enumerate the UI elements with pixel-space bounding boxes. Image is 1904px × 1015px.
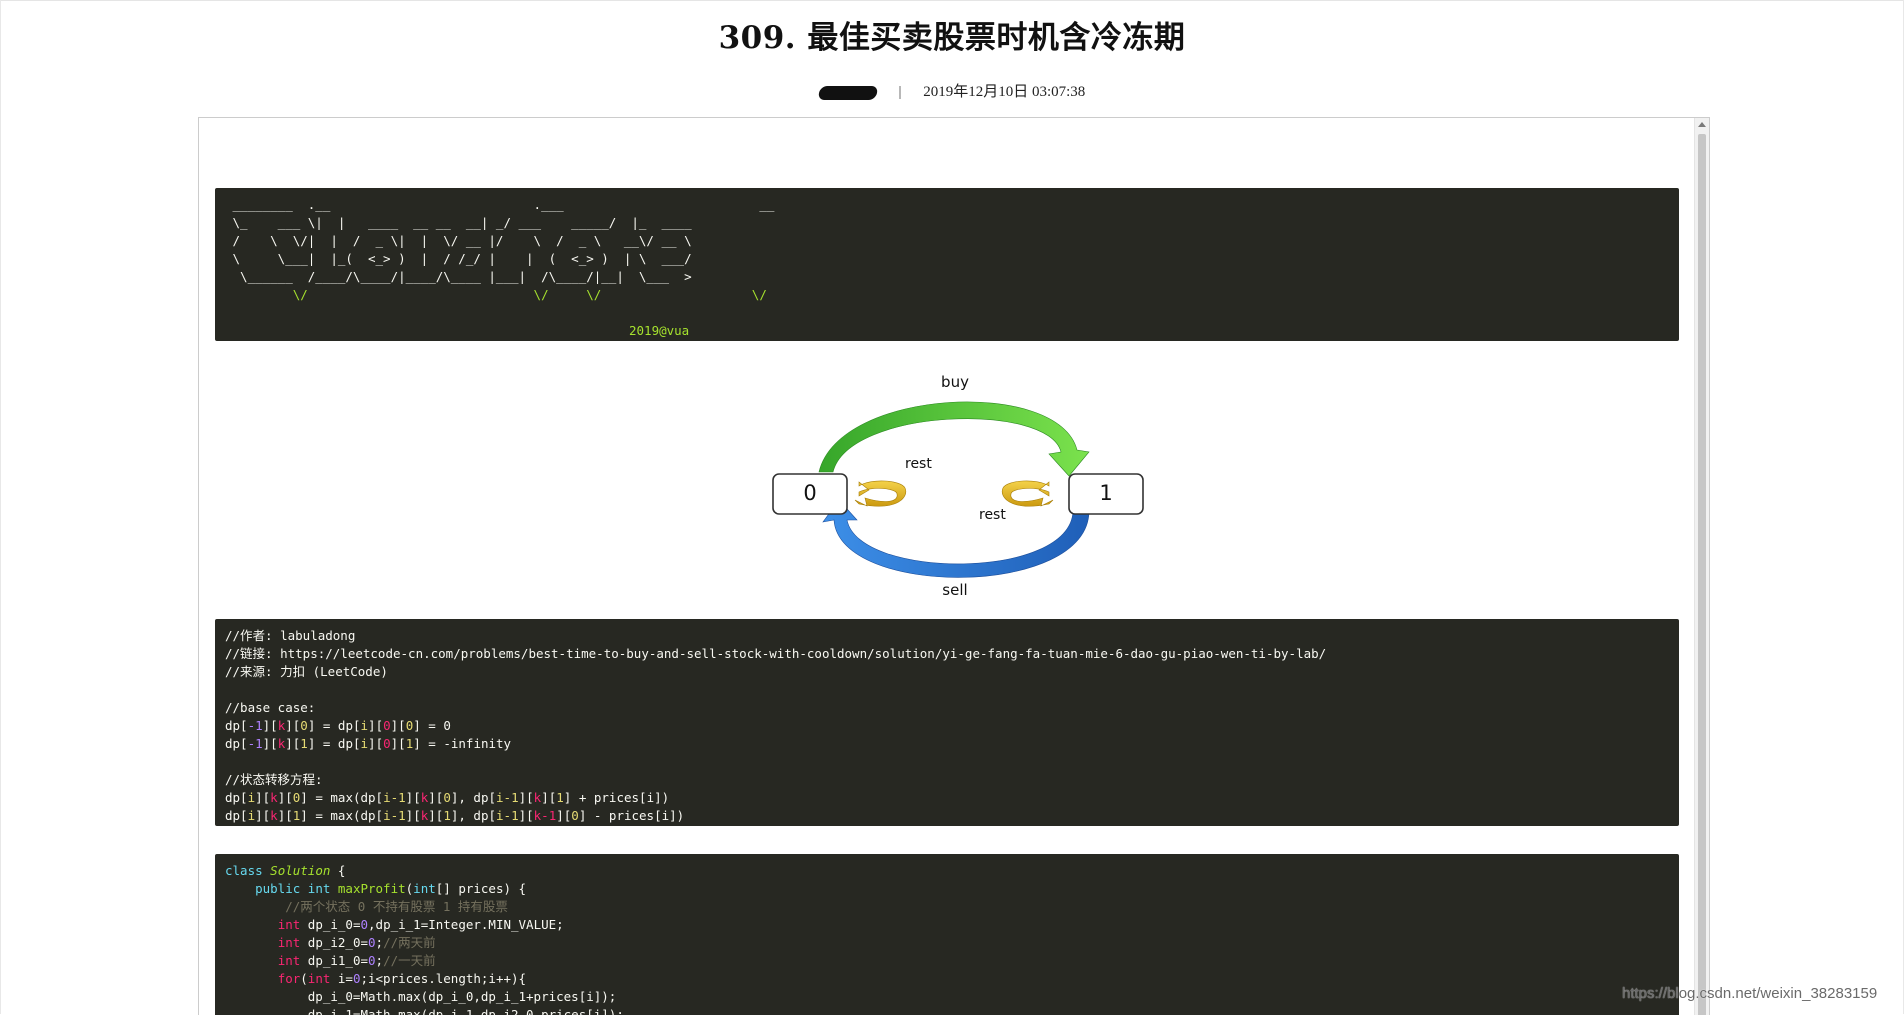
comment-two-days: //两天前 [383, 935, 436, 950]
rest-label-0: rest [905, 456, 932, 472]
buy-label: buy [941, 373, 969, 391]
banner-line-3: / \ \/| | / _ \| | \/ __ |/ \ / _ \ __\/… [225, 233, 692, 248]
banner-signature: 2019@vua [629, 323, 690, 338]
content-frame[interactable]: ________ .__ .___ __ \_ ___ \| | ____ __… [198, 117, 1710, 1015]
sell-arrow [822, 499, 1090, 578]
rest-arrow-0 [854, 480, 907, 507]
comment-states: //两个状态 0 不持有股票 1 持有股票 [285, 899, 508, 914]
redacted-author [817, 85, 879, 100]
banner-line-6: \/ \/ \/ \/ [225, 287, 767, 302]
sell-label: sell [942, 581, 967, 599]
banner-line-1: ________ .__ .___ __ [225, 197, 775, 212]
article-meta: | 2019年12月10日 03:07:38 [0, 80, 1904, 101]
state-1-label: 1 [1099, 481, 1112, 505]
banner-line-4: \ \___| |_( <_> ) | / /_/ | | ( <_> ) | … [225, 251, 692, 266]
left-border [0, 0, 1, 1014]
banner-line-5: \______ /____/\____/|____/\____ |___| /\… [225, 269, 692, 284]
banner-line-2: \_ ___ \| | ____ __ __ __| _/ ___ _____/… [225, 215, 692, 230]
state-0-label: 0 [803, 481, 816, 505]
rest-label-1: rest [979, 507, 1006, 523]
article-title: 309. 最佳买卖股票时机含冷冻期 [718, 20, 1186, 56]
csdn-watermark: https://blog.csdn.net/weixin_38283159 [1622, 985, 1878, 1002]
base-case-comment: //base case: [225, 700, 316, 715]
rest-arrow-1 [1001, 480, 1054, 507]
publish-date: 2019年12月10日 03:07:38 [923, 84, 1086, 100]
explanation-code-block: //作者: labuladong //链接: https://leetcode-… [215, 619, 1679, 826]
state-diagram: 0 1 buy sell rest rest [772, 373, 1144, 599]
ascii-banner: ________ .__ .___ __ \_ ___ \| | ____ __… [215, 188, 1679, 341]
transition-comment: //状态转移方程: [225, 772, 323, 787]
top-divider [0, 0, 1904, 1]
scroll-thumb[interactable] [1698, 134, 1706, 1015]
note-link: //链接: https://leetcode-cn.com/problems/b… [225, 646, 1327, 661]
meta-separator: | [898, 84, 902, 100]
frame-scrollbar[interactable] [1694, 118, 1709, 1015]
scroll-up-arrow-icon[interactable] [1698, 122, 1706, 127]
buy-arrow [818, 401, 1090, 477]
note-source: //来源: 力扣 (LeetCode) [225, 664, 388, 679]
solution-code-block: class Solution { public int maxProfit(in… [215, 854, 1679, 1015]
note-author: //作者: labuladong [225, 628, 356, 643]
comment-one-day: //一天前 [383, 953, 436, 968]
